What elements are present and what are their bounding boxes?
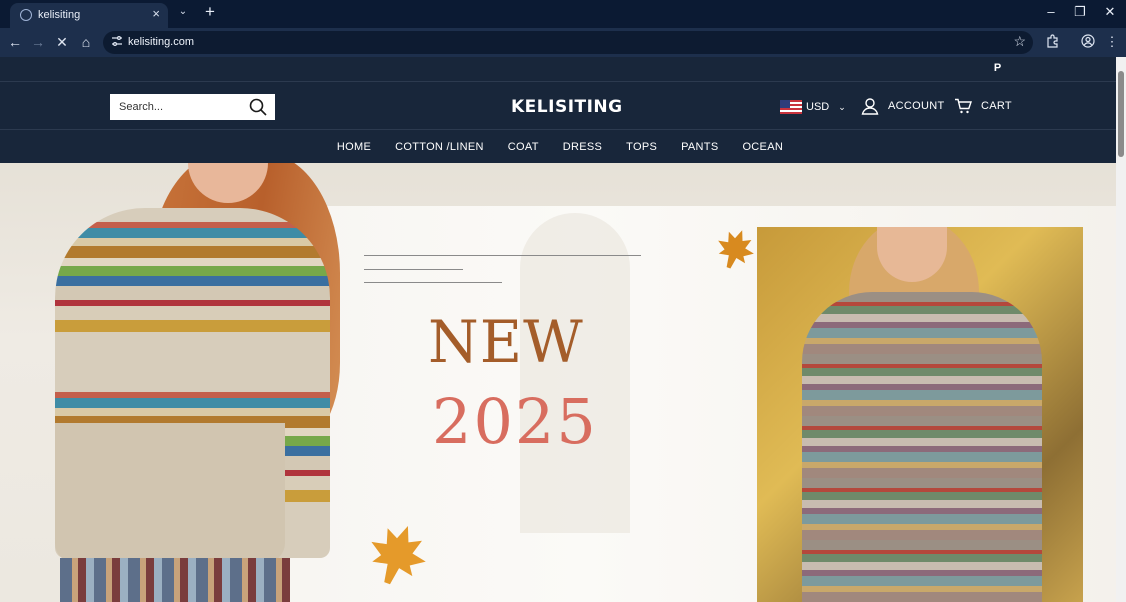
site-favicon-icon bbox=[20, 9, 32, 21]
close-window-button[interactable]: ✕ bbox=[1099, 4, 1121, 22]
url-text[interactable]: kelisiting.com bbox=[128, 36, 194, 48]
back-button[interactable]: ← bbox=[5, 33, 25, 51]
cart-link[interactable]: CART bbox=[954, 96, 1012, 116]
right-model-image bbox=[757, 227, 1083, 602]
tab-title: kelisiting bbox=[38, 9, 81, 21]
pinterest-icon[interactable]: P bbox=[991, 62, 1004, 75]
bookmark-star-icon[interactable]: ☆ bbox=[1013, 33, 1026, 50]
currency-selector[interactable]: USD ⌄ bbox=[780, 99, 846, 115]
nav-coat[interactable]: COAT bbox=[508, 141, 539, 153]
decorative-line bbox=[364, 282, 502, 283]
nav-home[interactable]: HOME bbox=[337, 141, 371, 153]
close-tab-icon[interactable]: × bbox=[152, 6, 160, 21]
extensions-icon[interactable] bbox=[1044, 34, 1062, 52]
left-model-image bbox=[0, 163, 360, 602]
account-label: ACCOUNT bbox=[888, 100, 945, 112]
restore-window-button[interactable]: ❐ bbox=[1069, 4, 1091, 22]
nav-pants[interactable]: PANTS bbox=[681, 141, 718, 153]
browser-menu-icon[interactable]: ⋮ bbox=[1103, 34, 1121, 52]
search-form bbox=[110, 94, 275, 120]
decorative-line bbox=[364, 255, 641, 256]
forward-button[interactable]: → bbox=[28, 33, 48, 51]
tab-search-icon[interactable]: ⌄ bbox=[176, 6, 190, 20]
browser-tab[interactable]: kelisiting × bbox=[10, 3, 168, 28]
site-header: KELISITING USD ⌄ ACCOUNT CART bbox=[0, 82, 1116, 130]
scrollbar-thumb[interactable] bbox=[1118, 71, 1124, 157]
account-link[interactable]: ACCOUNT bbox=[861, 96, 945, 116]
nav-dress[interactable]: DRESS bbox=[563, 141, 602, 153]
us-flag-icon bbox=[780, 100, 802, 114]
stop-loading-button[interactable]: ✕ bbox=[52, 33, 72, 51]
hero-headline: NEW bbox=[428, 308, 584, 376]
announcement-bar: P bbox=[0, 57, 1116, 82]
search-icon[interactable] bbox=[249, 98, 267, 116]
address-bar[interactable]: kelisiting.com ☆ bbox=[103, 31, 1033, 54]
nav-tops[interactable]: TOPS bbox=[626, 141, 657, 153]
site-logo[interactable]: KELISITING bbox=[511, 97, 623, 117]
user-icon bbox=[861, 98, 879, 115]
nav-ocean[interactable]: OCEAN bbox=[742, 141, 783, 153]
profile-icon[interactable] bbox=[1079, 34, 1097, 52]
page-scrollbar[interactable] bbox=[1116, 57, 1126, 602]
browser-toolbar: ← → ✕ ⌂ kelisiting.com ☆ ⋮ bbox=[0, 28, 1126, 57]
hero-banner[interactable]: NEW 2025 bbox=[0, 163, 1116, 602]
browser-titlebar: kelisiting × ⌄ + – ❐ ✕ bbox=[0, 0, 1126, 28]
cart-label: CART bbox=[981, 100, 1012, 112]
hero-year: 2025 bbox=[432, 385, 598, 458]
new-tab-button[interactable]: + bbox=[201, 3, 219, 21]
cart-icon bbox=[955, 98, 972, 114]
currency-label: USD bbox=[806, 101, 830, 113]
nav-cotton-linen[interactable]: COTTON /LINEN bbox=[395, 141, 484, 153]
decorative-line bbox=[364, 269, 463, 270]
chevron-down-icon: ⌄ bbox=[838, 101, 846, 112]
search-input[interactable] bbox=[110, 94, 245, 120]
site-info-icon[interactable] bbox=[110, 35, 124, 49]
main-navigation: HOME COTTON /LINEN COAT DRESS TOPS PANTS… bbox=[0, 130, 1116, 163]
minimize-window-button[interactable]: – bbox=[1040, 4, 1062, 22]
home-button[interactable]: ⌂ bbox=[76, 33, 96, 51]
website: P KELISITING USD ⌄ ACCOUNT CART HOME COT… bbox=[0, 57, 1116, 602]
